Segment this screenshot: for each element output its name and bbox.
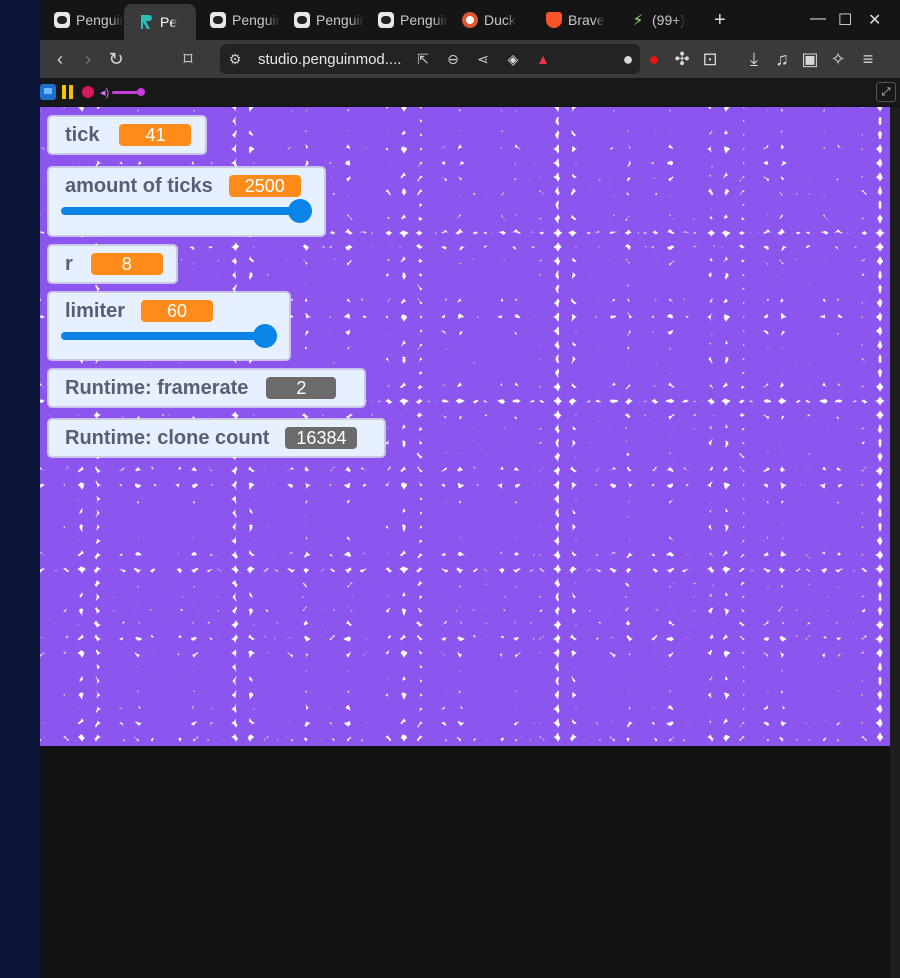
tab-title: Penguin [316, 12, 364, 28]
brave-shields-icon[interactable]: ◈ [498, 51, 528, 68]
pause-icon[interactable] [62, 85, 74, 99]
reload-icon[interactable]: ↻ [102, 49, 130, 70]
project-stage[interactable]: tick 41 amount of ticks 2500 r 8 limiter [40, 107, 890, 746]
tab-title: (99+) [652, 12, 686, 28]
duckduckgo-icon [462, 12, 478, 28]
volume-slider[interactable] [112, 87, 146, 96]
penguin-icon [378, 12, 394, 28]
monitor-value: 16384 [285, 427, 358, 449]
menu-icon[interactable]: ≡ [854, 49, 882, 70]
monitor-value: 60 [141, 300, 214, 322]
leo-ai-icon[interactable]: ✧ [824, 49, 852, 70]
forward-icon[interactable]: › [74, 49, 102, 70]
tab-penguinmod-studio[interactable]: Pe [124, 4, 196, 40]
monitor-label: limiter [65, 299, 126, 322]
slider-thumb[interactable] [253, 324, 277, 348]
record-extension-icon[interactable]: ● [640, 49, 668, 70]
browser-window: Penguin Pe Penguin Penguin Penguin Duck … [40, 0, 900, 978]
monitor-amount-of-ticks[interactable]: amount of ticks 2500 [48, 167, 325, 236]
wallet-icon[interactable]: ▣ [796, 49, 824, 70]
monitor-r[interactable]: r 8 [48, 245, 177, 283]
tab-penguin-1[interactable]: Penguin [40, 4, 124, 36]
monitor-value: 2500 [228, 175, 301, 197]
back-icon[interactable]: ‹ [46, 49, 74, 70]
penguin-icon [294, 12, 310, 28]
extension-icon[interactable]: ● [614, 49, 642, 70]
amount-of-ticks-slider[interactable] [61, 199, 312, 223]
tab-penguin-4[interactable]: Penguin [364, 4, 448, 36]
tab-penguin-2[interactable]: Penguin [196, 4, 280, 36]
screenshot-icon[interactable]: ⊡ [696, 49, 724, 70]
downloads-icon[interactable]: ⤓ [740, 49, 768, 70]
new-tab-icon[interactable]: + [714, 9, 726, 32]
slider-track [61, 207, 312, 215]
tab-title: Duck [484, 12, 516, 28]
address-bar[interactable]: ⚙ studio.penguinmod.... ⇱ ⊖ ⋖ ◈ ▲ [220, 44, 640, 74]
tab-title: Penguin [232, 12, 280, 28]
tab-notifications[interactable]: ⚡ (99+) [616, 4, 700, 36]
stop-icon[interactable] [82, 86, 94, 98]
minimize-icon[interactable]: — [810, 10, 826, 28]
open-external-icon[interactable]: ⇱ [408, 51, 438, 68]
puzzle-extensions-icon[interactable]: ✣ [668, 49, 696, 70]
tab-title: Pe [160, 14, 178, 30]
bookmark-icon[interactable]: ⌑ [174, 49, 202, 70]
green-flag-icon[interactable] [40, 84, 56, 100]
slider-track [61, 332, 277, 340]
volume-icon: ◂) [100, 86, 110, 99]
tab-title: Brave [568, 12, 605, 28]
zoom-icon[interactable]: ⊖ [438, 51, 468, 68]
monitor-value: 8 [90, 253, 163, 275]
limiter-slider[interactable] [61, 324, 277, 348]
monitor-runtime-clone-count[interactable]: Runtime: clone count 16384 [48, 419, 385, 457]
penguinmod-studio-icon [138, 14, 154, 30]
slider-thumb[interactable] [288, 199, 312, 223]
page-background [40, 746, 890, 978]
close-window-icon[interactable]: ✕ [868, 10, 881, 30]
browser-toolbar: ‹ › ↻ ⌑ ⚙ studio.penguinmod.... ⇱ ⊖ ⋖ ◈ … [40, 40, 900, 78]
fullscreen-icon[interactable]: ⤢ [876, 82, 896, 102]
monitor-label: Runtime: framerate [65, 376, 249, 399]
url-text[interactable]: studio.penguinmod.... [258, 51, 408, 68]
monitor-label: amount of ticks [65, 174, 213, 197]
brave-icon [546, 12, 562, 28]
tab-strip: Penguin Pe Penguin Penguin Penguin Duck … [40, 0, 900, 40]
maximize-icon[interactable]: ☐ [838, 10, 852, 30]
monitor-label: Runtime: clone count [65, 426, 270, 449]
tab-penguin-3[interactable]: Penguin [280, 4, 364, 36]
tab-brave[interactable]: Brave [532, 4, 616, 36]
bolt-icon: ⚡ [632, 12, 644, 29]
site-settings-icon[interactable]: ⚙ [220, 51, 250, 68]
monitor-value: 2 [266, 377, 337, 399]
penguin-icon [210, 12, 226, 28]
monitor-label: tick [65, 123, 100, 146]
stage-controls: ◂) ⤢ [40, 78, 900, 106]
monitor-runtime-framerate[interactable]: Runtime: framerate 2 [48, 369, 365, 407]
monitor-tick[interactable]: tick 41 [48, 116, 206, 154]
tab-duckduckgo[interactable]: Duck [448, 4, 532, 36]
tab-title: Penguin [400, 12, 448, 28]
monitor-value: 41 [119, 124, 192, 146]
monitor-label: r [65, 252, 73, 275]
brave-rewards-icon[interactable]: ▲ [528, 51, 558, 67]
side-panel-edge [890, 107, 900, 978]
monitor-limiter[interactable]: limiter 60 [48, 292, 290, 360]
media-icon[interactable]: ♫ [768, 49, 796, 70]
penguin-icon [54, 12, 70, 28]
tab-title: Penguin [76, 12, 124, 28]
volume-control[interactable]: ◂) [100, 86, 146, 99]
share-icon[interactable]: ⋖ [468, 51, 498, 68]
